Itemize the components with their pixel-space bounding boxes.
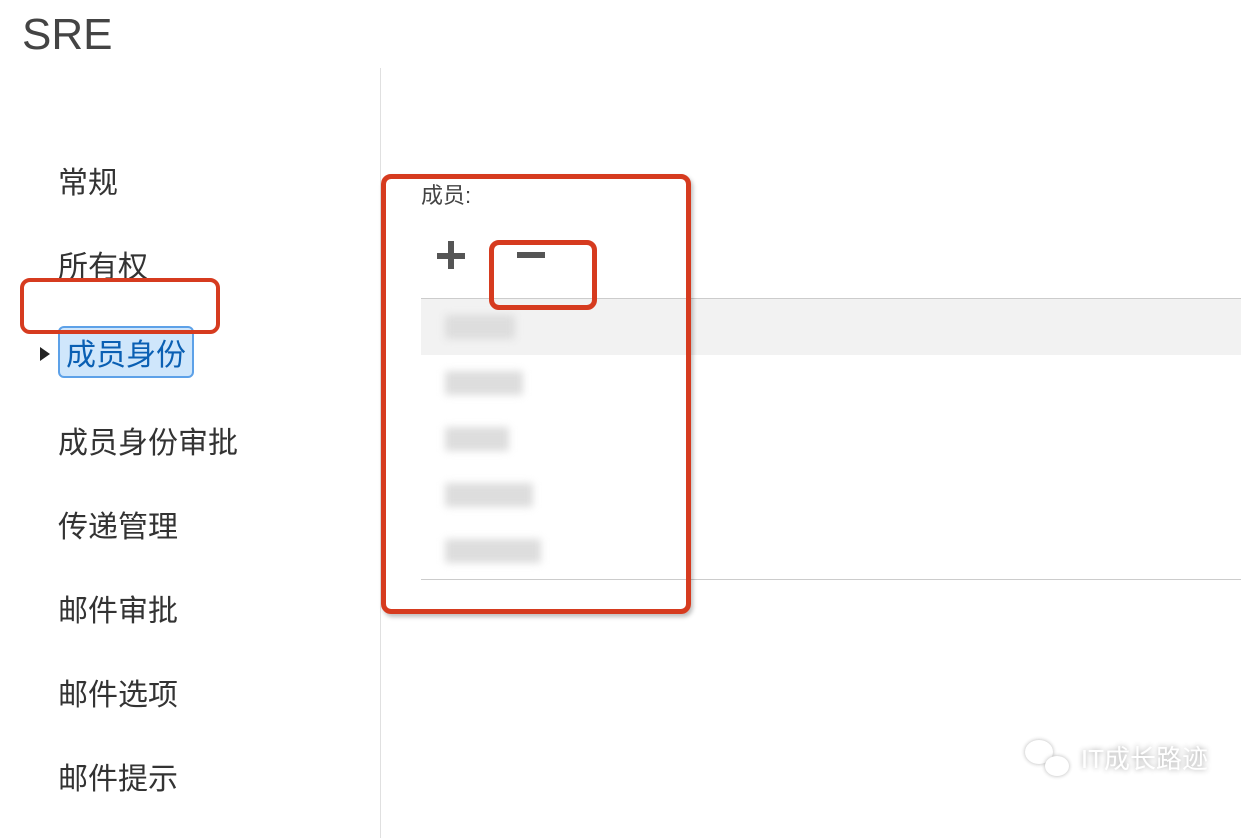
sidebar-item-membership[interactable]: 成员身份	[40, 326, 380, 378]
member-row[interactable]	[421, 411, 1241, 467]
sidebar-item-mail-options[interactable]: 邮件选项	[40, 670, 380, 714]
member-row[interactable]	[421, 467, 1241, 523]
sidebar-item-mail-approval[interactable]: 邮件审批	[40, 586, 380, 630]
sidebar-item-label: 邮件提示	[58, 754, 178, 798]
member-list	[421, 298, 1241, 580]
member-name-obscured	[445, 371, 523, 395]
watermark: IT成长路迹	[1025, 739, 1208, 776]
sidebar-item-membership-approval[interactable]: 成员身份审批	[40, 418, 380, 462]
page-title: SRE	[0, 0, 1248, 68]
plus-icon	[437, 241, 465, 269]
members-label: 成员:	[421, 178, 1248, 210]
members-toolbar	[421, 230, 1248, 280]
wechat-icon	[1025, 740, 1069, 776]
add-member-button[interactable]	[425, 230, 477, 280]
sidebar: 常规 所有权 成员身份 成员身份审批 传递管理 邮件审批 邮件选项 邮件提示	[0, 68, 380, 838]
member-name-obscured	[445, 483, 533, 507]
member-name-obscured	[445, 427, 509, 451]
sidebar-item-label: 邮件审批	[58, 586, 178, 630]
member-row[interactable]	[421, 523, 1241, 579]
sidebar-item-label: 常规	[58, 158, 118, 202]
member-row[interactable]	[421, 355, 1241, 411]
caret-right-icon	[40, 335, 58, 369]
watermark-text: IT成长路迹	[1081, 739, 1208, 776]
sidebar-item-mail-tips[interactable]: 邮件提示	[40, 754, 380, 798]
sidebar-item-label: 邮件选项	[58, 670, 178, 714]
sidebar-item-label: 传递管理	[58, 502, 178, 546]
sidebar-item-general[interactable]: 常规	[40, 158, 380, 202]
sidebar-item-label: 成员身份	[58, 326, 194, 378]
sidebar-item-delivery-management[interactable]: 传递管理	[40, 502, 380, 546]
sidebar-item-ownership[interactable]: 所有权	[40, 242, 380, 286]
member-row[interactable]	[421, 299, 1241, 355]
main-layout: 常规 所有权 成员身份 成员身份审批 传递管理 邮件审批 邮件选项 邮件提示	[0, 68, 1248, 838]
minus-icon	[517, 252, 545, 258]
sidebar-item-label: 成员身份审批	[58, 418, 238, 462]
sidebar-item-label: 所有权	[58, 242, 148, 286]
member-name-obscured	[445, 539, 541, 563]
remove-member-button[interactable]	[505, 230, 557, 280]
member-name-obscured	[445, 315, 515, 339]
content-panel: 成员:	[380, 68, 1248, 838]
